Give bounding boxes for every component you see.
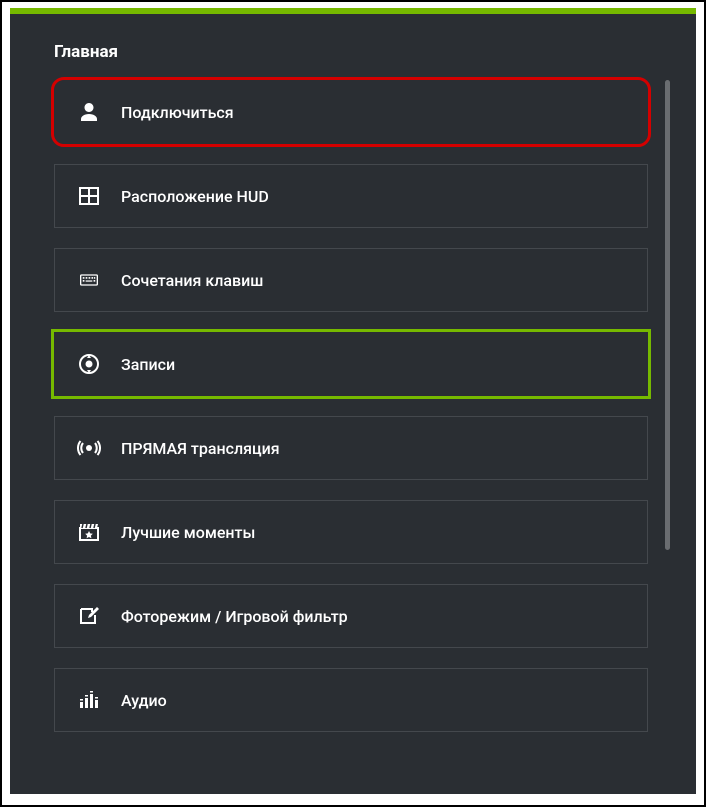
- keyboard-icon: [75, 266, 103, 294]
- menu-item-connect[interactable]: Подключиться: [54, 80, 648, 144]
- menu-item-label: Подключиться: [121, 103, 234, 122]
- menu-item-label: ПРЯМАЯ трансляция: [121, 439, 280, 458]
- settings-panel: Главная Подключиться Ра: [10, 14, 696, 794]
- menu-item-label: Записи: [121, 355, 175, 374]
- menu-item-keyboard-shortcuts[interactable]: Сочетания клавиш: [54, 248, 648, 312]
- equalizer-icon: [75, 686, 103, 714]
- edit-photo-icon: [75, 602, 103, 630]
- menu-item-label: Лучшие моменты: [121, 523, 255, 542]
- menu-list: Подключиться Расположение HUD: [54, 80, 676, 732]
- window-frame: Главная Подключиться Ра: [0, 0, 706, 807]
- menu-item-recordings[interactable]: Записи: [54, 332, 648, 396]
- broadcast-icon: [75, 434, 103, 462]
- menu-item-audio[interactable]: Аудио: [54, 668, 648, 732]
- scrollbar-thumb[interactable]: [665, 80, 670, 550]
- page-title: Главная: [54, 42, 676, 62]
- menu-item-label: Фоторежим / Игровой фильтр: [121, 607, 348, 626]
- layout-icon: [75, 182, 103, 210]
- user-icon: [75, 98, 103, 126]
- menu-item-hud-layout[interactable]: Расположение HUD: [54, 164, 648, 228]
- menu-item-label: Аудио: [121, 691, 167, 710]
- menu-item-broadcast[interactable]: ПРЯМАЯ трансляция: [54, 416, 648, 480]
- menu-item-label: Расположение HUD: [121, 187, 269, 206]
- menu-item-label: Сочетания клавиш: [121, 271, 263, 290]
- clapperboard-star-icon: [75, 518, 103, 546]
- record-target-icon: [75, 350, 103, 378]
- menu-item-photo-mode[interactable]: Фоторежим / Игровой фильтр: [54, 584, 648, 648]
- menu-item-highlights[interactable]: Лучшие моменты: [54, 500, 648, 564]
